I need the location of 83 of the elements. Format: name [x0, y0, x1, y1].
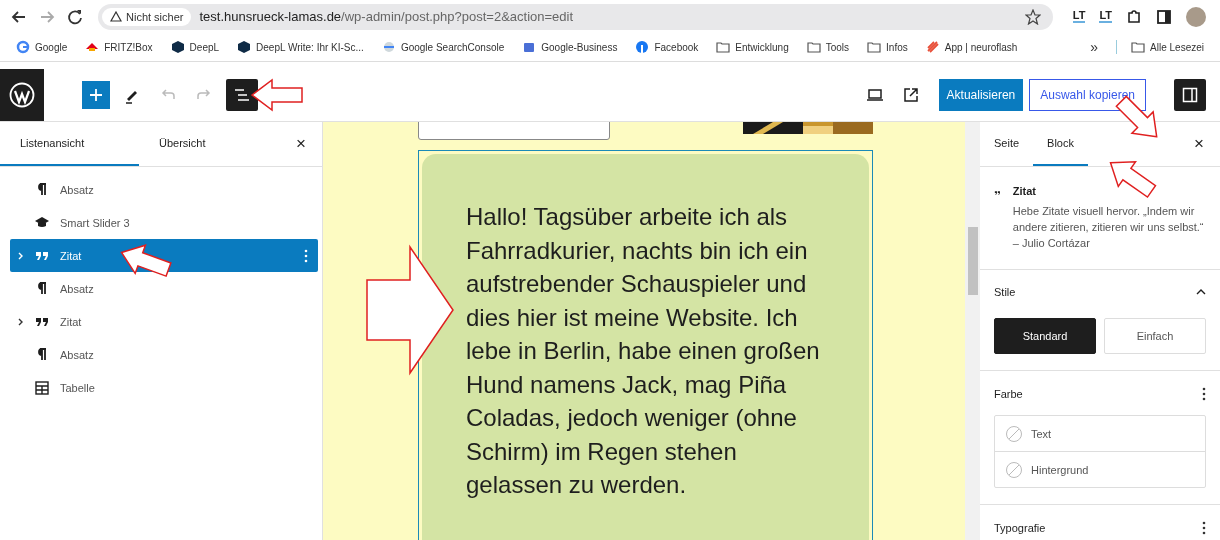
block-title: Zitat: [1012, 185, 1037, 197]
bookmark-link[interactable]: Google: [35, 41, 68, 53]
add-block-button[interactable]: [82, 81, 110, 109]
bookmark-icon: [381, 40, 396, 54]
more-bookmarks[interactable]: »: [1090, 39, 1099, 55]
sidebar-icon: [1182, 87, 1198, 103]
color-label: Text: [1031, 427, 1052, 440]
style-option[interactable]: Standard: [994, 318, 1096, 354]
panel-tab[interactable]: Listenansicht: [0, 122, 139, 166]
list-view-item[interactable]: Absatz: [10, 272, 318, 305]
section-title: Typografie: [994, 522, 1046, 534]
security-label: Nicht sicher: [126, 10, 184, 23]
item-label: Smart Slider 3: [60, 216, 130, 229]
section-title: Stile: [994, 286, 1016, 298]
bookmark-icon: [170, 40, 185, 54]
warning-icon: [110, 11, 122, 22]
bookmark-link[interactable]: Tools: [825, 41, 850, 53]
panel-tab[interactable]: Übersicht: [139, 122, 278, 166]
wordpress-icon: [9, 82, 35, 108]
item-label: Zitat: [60, 315, 82, 328]
list-view-button[interactable]: [226, 79, 258, 111]
item-label: Zitat: [60, 249, 82, 262]
bookmark-icon: [16, 40, 30, 54]
bookmark-link[interactable]: Facebook: [654, 41, 699, 53]
bookmark-icon: [237, 40, 252, 54]
security-chip[interactable]: Nicht sicher: [102, 7, 192, 26]
plus-icon: [89, 88, 103, 102]
scrollbar[interactable]: [965, 122, 980, 540]
side-panel-icon[interactable]: [1156, 8, 1172, 25]
bookmark-icon: [85, 40, 100, 54]
list-view-item[interactable]: Absatz: [10, 338, 318, 371]
update-button[interactable]: Aktualisieren: [938, 79, 1024, 111]
panel-tab[interactable]: Seite: [980, 122, 1034, 166]
bookmark-link[interactable]: Alle Lesezei: [1150, 41, 1204, 53]
style-option[interactable]: Einfach: [1104, 318, 1206, 354]
more-options-icon[interactable]: [1202, 387, 1206, 401]
item-label: Absatz: [60, 348, 94, 361]
item-label: Tabelle: [60, 381, 95, 394]
folder-icon: [716, 40, 731, 54]
url-text[interactable]: test.hunsrueck-lamas.de/wp-admin/post.php?post=2&action=edit: [199, 9, 574, 24]
color-setting[interactable]: Text: [995, 416, 1205, 452]
bookmark-icon: [925, 40, 940, 54]
folder-icon: [867, 40, 882, 54]
settings-button[interactable]: [1174, 79, 1206, 111]
puzzle-icon[interactable]: [1126, 8, 1142, 25]
list-view-item[interactable]: Absatz: [10, 173, 318, 206]
bookmark-link[interactable]: App | neuroflash: [944, 41, 1018, 53]
bookmark-link[interactable]: DeepL: [189, 41, 220, 53]
list-view-icon: [234, 88, 250, 102]
panel-tab[interactable]: Block: [1033, 122, 1088, 166]
copy-selection-button[interactable]: Auswahl kopieren: [1029, 79, 1146, 111]
bookmark-link[interactable]: Google-Business: [541, 41, 618, 53]
folder-icon: [1131, 40, 1146, 54]
bookmark-link[interactable]: DeepL Write: Ihr KI-Sc...: [256, 41, 364, 53]
avatar[interactable]: [1186, 6, 1206, 27]
no-color-icon: [1005, 424, 1023, 443]
item-label: Absatz: [60, 183, 94, 196]
more-options-icon[interactable]: [1202, 521, 1206, 535]
folder-icon: [806, 40, 821, 54]
color-label: Hintergrund: [1031, 463, 1089, 476]
quote-block[interactable]: [418, 150, 873, 540]
no-color-icon: [1005, 460, 1023, 479]
item-label: Absatz: [60, 282, 94, 295]
block-description: Hebe Zitate visuell hervor. „Indem wir andere zitieren, zitieren wir uns selbst.“ – Julio Cortázar: [1012, 204, 1205, 251]
bookmark-link[interactable]: Entwicklung: [735, 41, 789, 53]
table-icon: [34, 379, 50, 396]
bookmark-link[interactable]: Google SearchConsole: [400, 41, 505, 53]
section-title: Farbe: [994, 388, 1023, 400]
list-view-item[interactable]: Zitat: [10, 305, 318, 338]
annotation-arrow: [250, 78, 304, 112]
star-icon[interactable]: [1024, 8, 1041, 25]
bookmark-link[interactable]: FRITZ!Box: [104, 41, 153, 53]
chevron-icon[interactable]: [17, 317, 25, 326]
wordpress-logo[interactable]: [0, 69, 44, 121]
close-button[interactable]: ×: [280, 122, 322, 166]
bookmark-link[interactable]: Infos: [886, 41, 908, 53]
list-view-item[interactable]: Smart Slider 3: [10, 206, 318, 239]
chevron-up-icon[interactable]: [1196, 288, 1206, 296]
close-button[interactable]: ×: [1178, 122, 1220, 166]
bookmark-icon: [522, 40, 537, 54]
bookmark-icon: [635, 40, 650, 54]
list-view-item[interactable]: Tabelle: [10, 371, 318, 404]
color-setting[interactable]: Hintergrund: [995, 452, 1205, 487]
